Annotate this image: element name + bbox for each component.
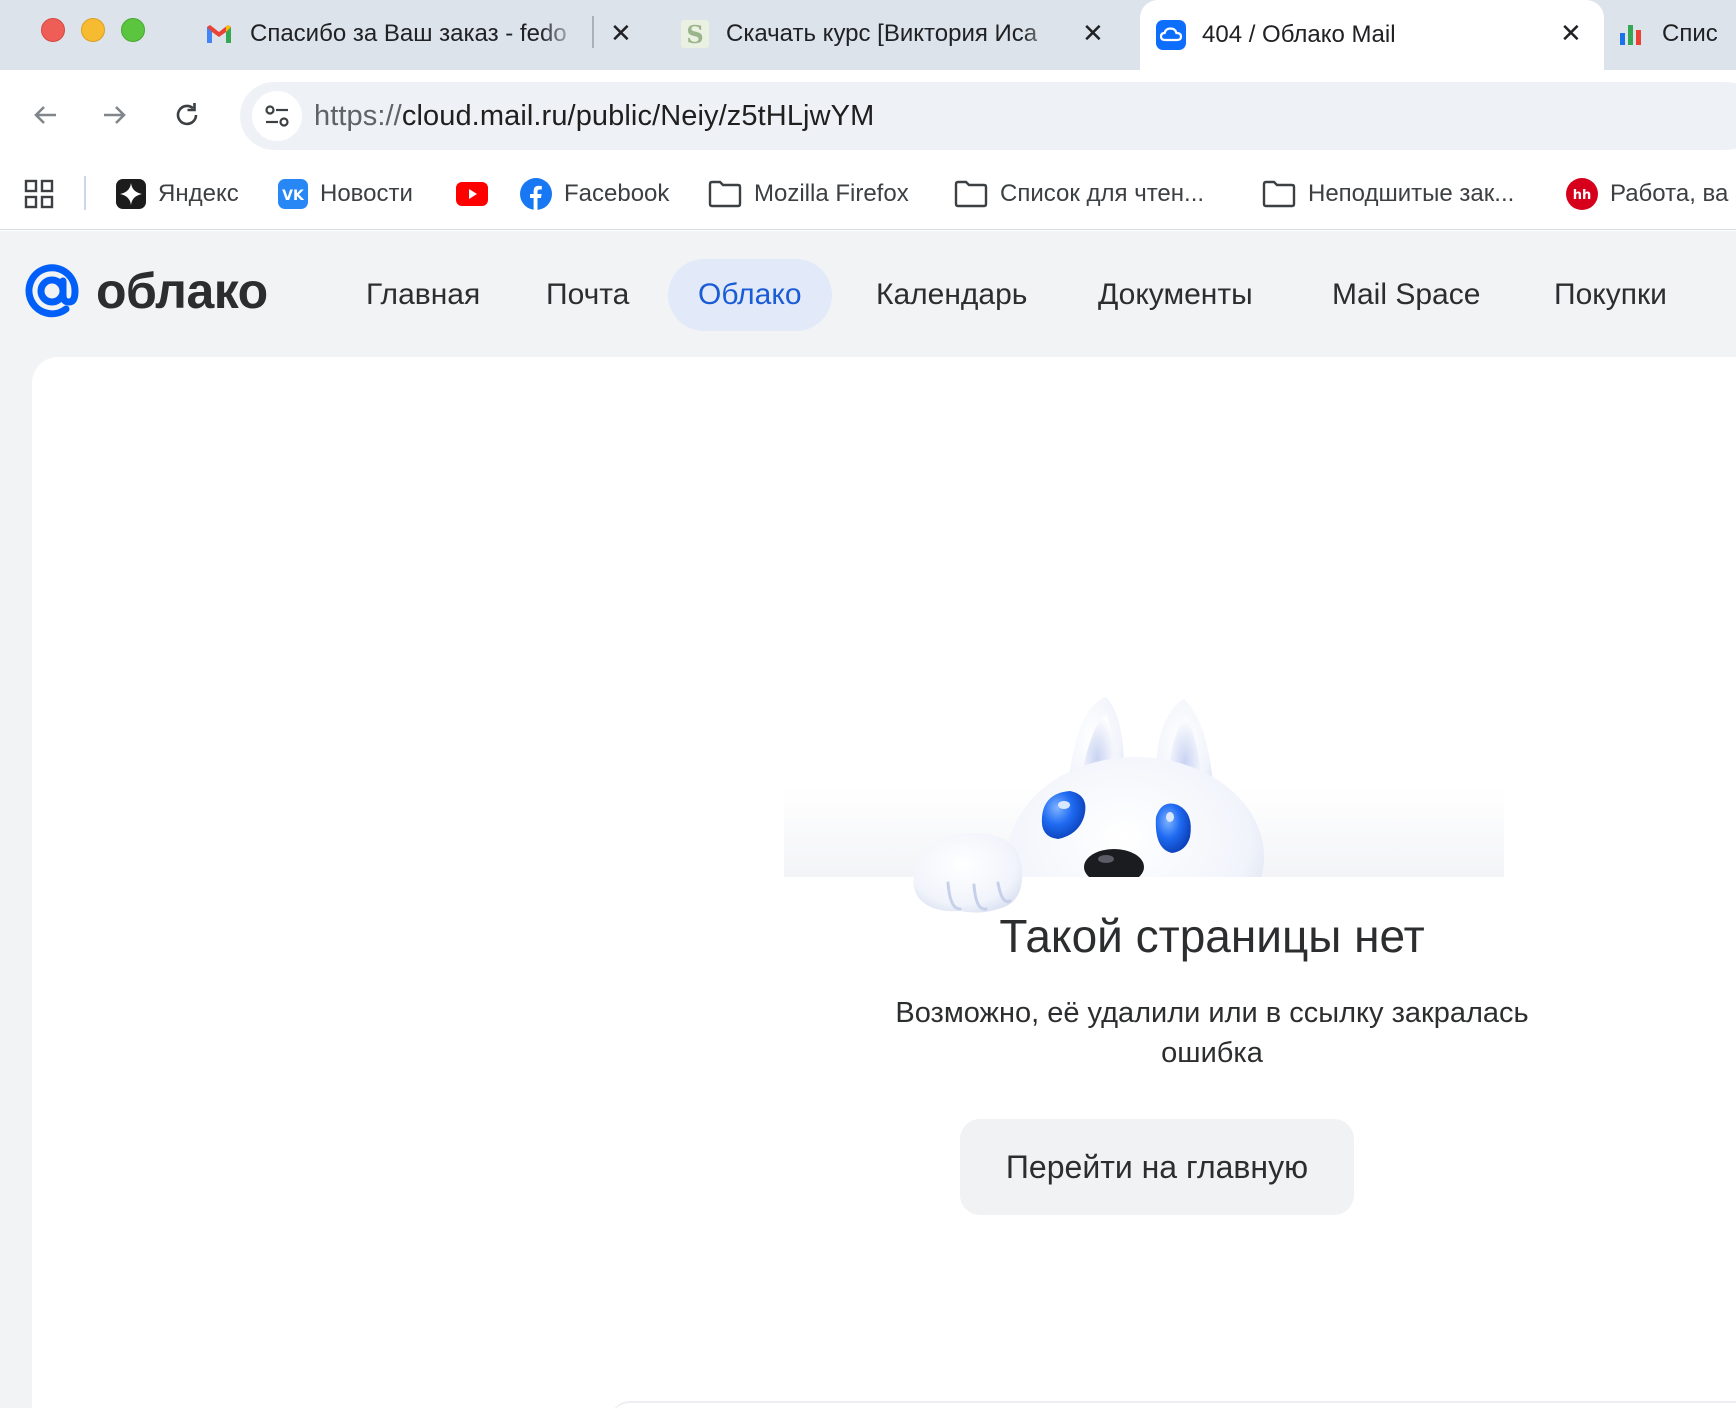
folder-icon (954, 180, 988, 208)
nav-cloud[interactable]: Облако (668, 259, 832, 331)
bookmark-folder[interactable]: Mozilla Firefox (708, 174, 909, 214)
oblako-logo[interactable]: облако (22, 261, 268, 321)
cloud-page: облако Главная Почта Облако Календарь До… (0, 231, 1736, 1408)
tab-title: 404 / Облако Mail (1202, 21, 1396, 48)
tab-close-icon[interactable]: ✕ (1560, 18, 1582, 48)
facebook-icon (520, 178, 552, 210)
bookmark-facebook[interactable]: Facebook (520, 174, 669, 214)
url-path: cloud.mail.ru/public/Neiy/z5tHLjwYM (401, 100, 875, 132)
footer-panel-edge (610, 1401, 1736, 1408)
site-info-button[interactable] (252, 91, 302, 141)
bookmark-label: Неподшитые зак... (1308, 180, 1515, 207)
folder-icon (1262, 180, 1296, 208)
tab-title: Скачать курс [Виктория Иса (726, 20, 1038, 47)
window-zoom-button[interactable] (121, 18, 145, 42)
bookmark-label: Яндекс (158, 180, 239, 207)
bookmark-youtube[interactable] (456, 174, 488, 214)
arrow-right-icon (104, 106, 126, 124)
gmail-icon (204, 19, 234, 49)
nav-mail[interactable]: Почта (516, 259, 659, 331)
vk-icon: VK (278, 179, 308, 209)
nav-purchases[interactable]: Покупки (1524, 259, 1697, 331)
browser-tab[interactable]: S Скачать курс [Виктория Иса ✕ (680, 4, 1120, 64)
tab-title: Спис (1662, 20, 1718, 47)
bookmark-folder[interactable]: Список для чтен... (954, 174, 1204, 214)
nav-calendar[interactable]: Календарь (846, 259, 1057, 331)
content-card: Такой страницы нет Возможно, её удалили … (32, 357, 1736, 1408)
nav-main[interactable]: Главная (336, 259, 510, 331)
crying-dog-illustration (784, 697, 1504, 913)
bookmarks-bar: Яндекс VK Новости Facebook Mozilla Firef… (0, 160, 1736, 230)
address-bar[interactable]: https://cloud.mail.ru/public/Neiy/z5tHLj… (240, 82, 1736, 150)
yandex-icon (116, 179, 146, 209)
bookmark-news[interactable]: VK Новости (278, 174, 413, 214)
reload-button[interactable] (162, 90, 212, 140)
bookmark-hh[interactable]: hh Работа, ва (1566, 174, 1728, 214)
error-description: Возможно, её удалили или в ссылку закрал… (895, 997, 1529, 1069)
bookmark-label: Новости (320, 180, 413, 207)
svg-text:hh: hh (1573, 188, 1592, 203)
nav-mail-space[interactable]: Mail Space (1302, 259, 1510, 331)
svg-text:VK: VK (282, 188, 305, 204)
s-logo-icon: S (680, 19, 710, 49)
cloud-icon (1156, 20, 1186, 50)
go-home-button[interactable]: Перейти на главную (960, 1119, 1354, 1215)
apps-button[interactable] (24, 174, 54, 214)
window-close-button[interactable] (41, 18, 65, 42)
browser-tab-strip: Спасибо за Ваш заказ - fedo ✕ S Скачать … (0, 0, 1736, 70)
tab-close-icon[interactable]: ✕ (610, 18, 632, 48)
error-title: Такой страницы нет (999, 910, 1425, 962)
browser-tab[interactable]: Спасибо за Ваш заказ - fedo ✕ (204, 4, 644, 64)
chart-bars-icon (1616, 19, 1646, 49)
tab-divider (592, 16, 594, 48)
reload-icon (176, 103, 198, 126)
bookmark-label: Mozilla Firefox (754, 180, 909, 207)
browser-toolbar: https://cloud.mail.ru/public/Neiy/z5tHLj… (0, 70, 1736, 160)
youtube-icon (456, 182, 488, 206)
hh-icon: hh (1566, 178, 1598, 210)
logo-text: облако (96, 263, 268, 319)
apps-grid-icon (24, 179, 54, 209)
folder-icon (708, 180, 742, 208)
at-sign-logo-icon (25, 264, 79, 318)
window-minimize-button[interactable] (81, 18, 105, 42)
url-text[interactable]: https://cloud.mail.ru/public/Neiy/z5tHLj… (314, 100, 874, 133)
svg-text:S: S (686, 20, 703, 49)
bookmark-label: Работа, ва (1610, 180, 1729, 207)
tab-close-icon[interactable]: ✕ (1082, 18, 1104, 48)
arrow-left-icon (34, 106, 56, 124)
bookmark-folder[interactable]: Неподшитые зак... (1262, 174, 1514, 214)
tab-title: Спасибо за Ваш заказ - fedo (250, 20, 567, 47)
bookmark-yandex[interactable]: Яндекс (116, 174, 239, 214)
tune-icon (265, 105, 289, 127)
bookmark-label: Список для чтен... (1000, 180, 1205, 207)
back-button[interactable] (20, 90, 70, 140)
nav-documents[interactable]: Документы (1068, 259, 1283, 331)
url-scheme: https:// (314, 100, 402, 132)
site-header: облако Главная Почта Облако Календарь До… (0, 231, 1736, 357)
bookmarks-divider (84, 176, 86, 210)
forward-button[interactable] (90, 90, 140, 140)
browser-tab[interactable]: Спис (1616, 4, 1736, 64)
bookmark-label: Facebook (564, 180, 670, 207)
browser-tab-active[interactable]: 404 / Облако Mail ✕ (1140, 0, 1604, 70)
